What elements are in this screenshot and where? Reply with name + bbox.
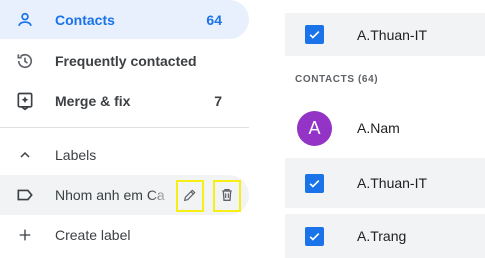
sidebar-item-label: Nhom anh em Ca <box>55 187 165 203</box>
contact-name: A.Thuan-IT <box>357 26 428 43</box>
contact-row[interactable]: A A.Nam <box>285 106 485 150</box>
trash-icon <box>219 187 235 206</box>
merge-count: 7 <box>214 92 222 109</box>
create-label-text: Create label <box>55 226 131 243</box>
sidebar-item-label-nhom-anh-em[interactable]: Nhom anh em Ca <box>0 175 249 215</box>
row-checkbox[interactable] <box>305 226 324 246</box>
sidebar-item-label: Frequently contacted <box>55 52 197 69</box>
sidebar-item-contacts[interactable]: Contacts 64 <box>0 0 249 39</box>
plus-icon <box>14 224 36 246</box>
sidebar-item-label: Contacts <box>55 11 115 28</box>
avatar[interactable]: A <box>297 110 332 146</box>
delete-label-button[interactable] <box>213 180 241 212</box>
contacts-count: 64 <box>206 11 222 28</box>
row-checkbox[interactable] <box>305 25 324 44</box>
contact-name: A.Trang <box>357 228 407 244</box>
history-icon <box>14 50 36 72</box>
row-checkbox[interactable] <box>305 173 324 193</box>
edit-label-button[interactable] <box>176 180 204 212</box>
contact-name: A.Nam <box>357 120 400 136</box>
contact-row[interactable]: A.Thuan-IT <box>285 13 485 56</box>
sidebar-item-frequently-contacted[interactable]: Frequently contacted <box>0 41 249 80</box>
labels-section-header[interactable]: Labels <box>0 135 249 174</box>
contacts-list: A.Thuan-IT CONTACTS (64) A A.Nam A.Thuan… <box>285 0 485 258</box>
contact-name: A.Thuan-IT <box>357 175 428 191</box>
labels-header-text: Labels <box>55 146 97 163</box>
person-icon <box>14 9 36 31</box>
pencil-icon <box>182 187 198 206</box>
merge-fix-icon <box>14 90 36 112</box>
label-icon <box>14 184 36 206</box>
sidebar: Contacts 64 Frequently contacted Merge &… <box>0 0 262 258</box>
sidebar-item-merge-fix[interactable]: Merge & fix 7 <box>0 81 249 120</box>
divider <box>0 127 249 128</box>
contact-row[interactable]: A.Thuan-IT <box>285 158 485 208</box>
sidebar-item-label: Merge & fix <box>55 92 131 109</box>
chevron-up-icon <box>14 144 36 166</box>
create-label-button[interactable]: Create label <box>0 215 249 254</box>
contact-row[interactable]: A.Trang <box>285 214 485 258</box>
contacts-section-header: CONTACTS (64) <box>295 74 379 85</box>
